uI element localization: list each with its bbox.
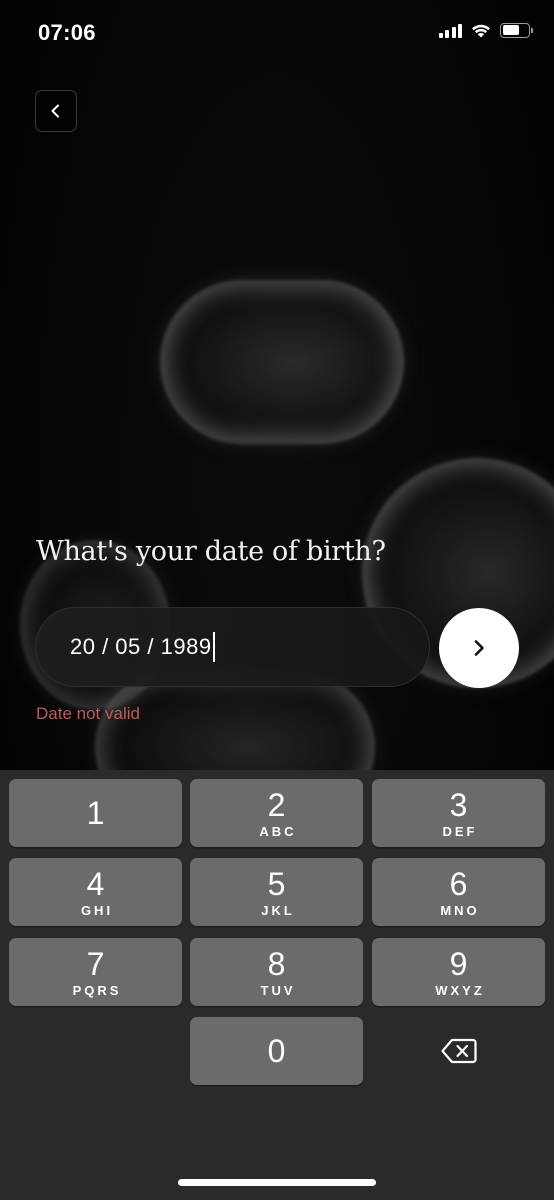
key-4[interactable]: 4 GHI [9, 858, 182, 926]
key-3[interactable]: 3 DEF [372, 779, 545, 847]
key-digit: 0 [267, 1033, 286, 1069]
key-letters: ABC [259, 823, 297, 839]
decorative-blob [160, 280, 404, 444]
battery-level [502, 25, 519, 35]
key-letters: DEF [442, 823, 478, 839]
key-digit: 4 [86, 865, 105, 902]
key-digit: 8 [267, 945, 286, 982]
chevron-right-icon [474, 640, 484, 656]
status-time: 07:06 [38, 20, 96, 45]
key-letters: WXYZ [435, 982, 485, 998]
key-digit: 5 [267, 865, 286, 902]
chevron-left-icon [51, 104, 59, 118]
key-digit: 9 [449, 945, 468, 982]
text-caret [212, 632, 215, 662]
key-6[interactable]: 6 MNO [372, 858, 545, 926]
cellular-signal-icon [438, 22, 462, 38]
key-digit: 7 [86, 945, 105, 982]
key-2[interactable]: 2 ABC [190, 779, 363, 847]
key-digit: 3 [449, 786, 468, 823]
key-digit: 1 [86, 795, 105, 831]
date-input-value: 20 / 05 / 1989 [70, 634, 212, 659]
key-letters: GHI [80, 902, 114, 918]
key-letters: JKL [261, 902, 295, 918]
key-letters: TUV [260, 982, 296, 998]
status-icons [438, 22, 533, 38]
key-digit: 2 [267, 786, 286, 823]
back-button[interactable] [35, 90, 77, 132]
key-8[interactable]: 8 TUV [190, 938, 363, 1006]
key-9[interactable]: 9 WXYZ [372, 938, 545, 1006]
key-7[interactable]: 7 PQRS [9, 938, 182, 1006]
key-digit: 6 [449, 865, 468, 902]
key-5[interactable]: 5 JKL [190, 858, 363, 926]
date-of-birth-screen: 07:06 What's your date of birth? 20 / 05… [0, 0, 554, 1200]
key-0[interactable]: 0 [190, 1017, 363, 1085]
key-letters: MNO [440, 902, 480, 918]
key-letters: PQRS [72, 982, 122, 998]
wifi-icon [472, 24, 490, 38]
next-button[interactable] [439, 608, 519, 688]
battery-icon [500, 22, 533, 38]
key-1[interactable]: 1 [9, 779, 182, 847]
backspace-icon [440, 1038, 477, 1064]
home-indicator[interactable] [178, 1179, 376, 1186]
date-of-birth-input[interactable]: 20 / 05 / 1989 [35, 607, 430, 687]
page-title: What's your date of birth? [36, 536, 386, 567]
error-message: Date not valid [36, 704, 140, 723]
delete-key[interactable] [372, 1017, 545, 1085]
status-bar: 07:06 [0, 0, 554, 68]
